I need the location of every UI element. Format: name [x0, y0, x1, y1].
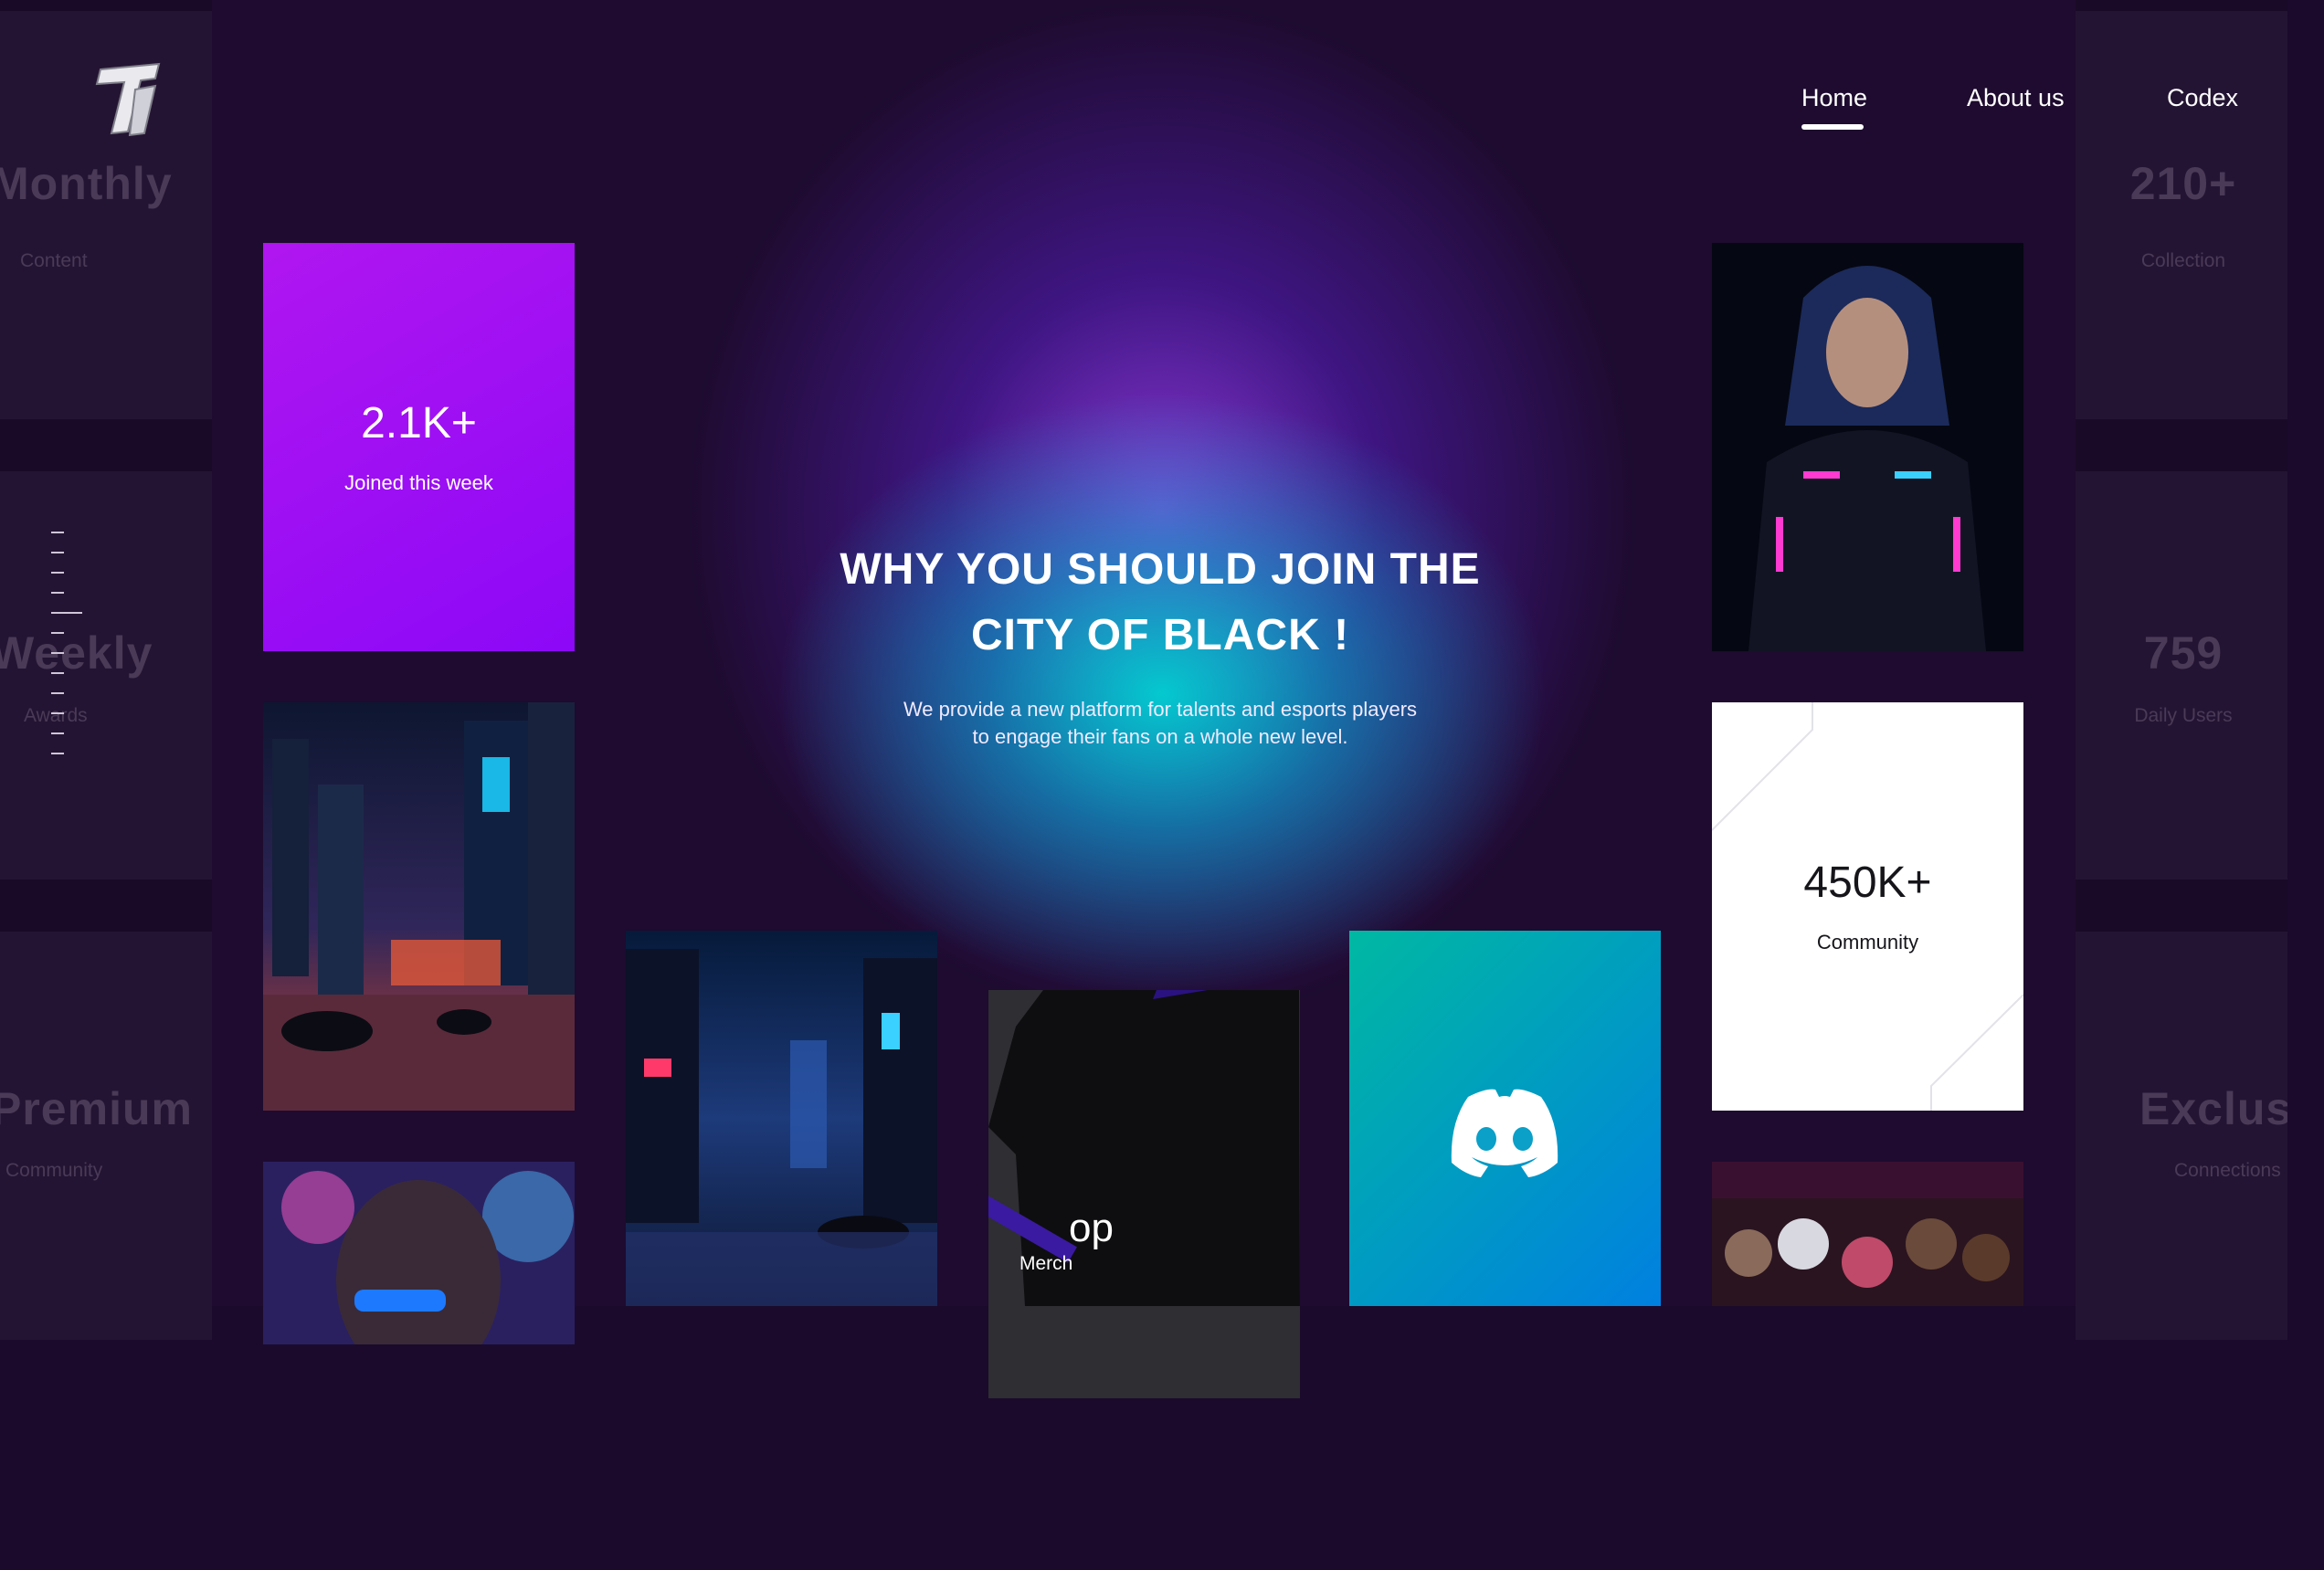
- cyber-face-image-tile[interactable]: [263, 1162, 575, 1570]
- side-card-small: Content: [20, 250, 88, 271]
- side-card-big: Exclusive: [2139, 1083, 2287, 1134]
- nav-home[interactable]: Home: [1801, 84, 1867, 112]
- hoodie-portrait-tile[interactable]: [1712, 243, 2023, 651]
- hero-title-line2: CITY OF BLACK !: [970, 611, 1350, 659]
- scale-tick: [51, 732, 64, 734]
- side-card-big: 210+: [2129, 158, 2237, 209]
- hero-title-line1: WHY YOU SHOULD JOIN THE: [840, 545, 1481, 594]
- scale-tick-active: [51, 612, 82, 614]
- stat-label: Joined this week: [344, 471, 493, 494]
- street-image-tile[interactable]: [626, 931, 937, 1339]
- stat-tile-joined[interactable]: 2.1K+ Joined this week: [263, 243, 575, 651]
- side-card-small: Connections: [2174, 1160, 2281, 1181]
- hero-subtitle-line1: We provide a new platform for talents an…: [903, 698, 1418, 721]
- side-card-collection: 210+ Collection: [2076, 11, 2287, 419]
- group-image-tile[interactable]: [1712, 1162, 2023, 1306]
- stat-label: Community: [1816, 931, 1919, 954]
- side-card-weekly: Weekly Awards: [0, 471, 212, 880]
- merch-title: op: [1069, 1206, 1114, 1250]
- side-card-big: Premium: [0, 1083, 193, 1134]
- right-side-panel: 210+ Collection 759 Daily Users Exclusiv…: [2076, 0, 2287, 1340]
- scale-tick: [51, 652, 64, 654]
- discord-icon: [1442, 1086, 1567, 1185]
- hero-subtitle-line2: to engage their fans on a whole new leve…: [972, 725, 1348, 748]
- side-card-small: Daily Users: [2134, 705, 2233, 726]
- scale-tick: [51, 692, 64, 694]
- nav-about[interactable]: About us: [1967, 84, 2065, 112]
- merch-image-tile[interactable]: op Merch: [988, 990, 1300, 1398]
- side-card-big: 759: [2143, 627, 2224, 679]
- stat-tile-community[interactable]: 450K+ Community: [1712, 702, 2023, 1111]
- scale-tick: [51, 632, 64, 634]
- side-card-small: Community: [5, 1160, 103, 1181]
- nav-home-underline: [1801, 124, 1864, 130]
- side-card-big: Monthly: [0, 158, 173, 209]
- scale-tick: [51, 552, 64, 553]
- stat-value: 2.1K+: [361, 399, 477, 448]
- scale-tick: [51, 572, 64, 574]
- stat-value: 450K+: [1803, 859, 1932, 907]
- discord-tile[interactable]: [1349, 931, 1661, 1306]
- merch-label: Merch: [1019, 1253, 1073, 1274]
- city-image-tile[interactable]: [263, 702, 575, 1111]
- hero-title: WHY YOU SHOULD JOIN THE CITY OF BLACK !: [767, 537, 1553, 669]
- side-card-daily-users: 759 Daily Users: [2076, 471, 2287, 880]
- left-side-panel: Monthly Content Weekly Awards Premium Co…: [0, 0, 212, 1340]
- side-card-small: Collection: [2140, 250, 2226, 271]
- t1-logo-icon[interactable]: [91, 60, 164, 142]
- hero-subtitle: We provide a new platform for talents an…: [859, 696, 1462, 751]
- scale-tick: [51, 592, 64, 594]
- nav-codex[interactable]: Codex: [2167, 84, 2238, 112]
- side-card-small: Awards: [24, 705, 88, 726]
- scale-tick: [51, 712, 64, 714]
- side-card-exclusive: Exclusive Connections: [2076, 932, 2287, 1340]
- scale-tick: [51, 532, 64, 533]
- scale-tick: [51, 672, 64, 674]
- side-card-big: Weekly: [0, 627, 153, 679]
- side-card-premium: Premium Community: [0, 932, 212, 1340]
- scale-tick: [51, 753, 64, 754]
